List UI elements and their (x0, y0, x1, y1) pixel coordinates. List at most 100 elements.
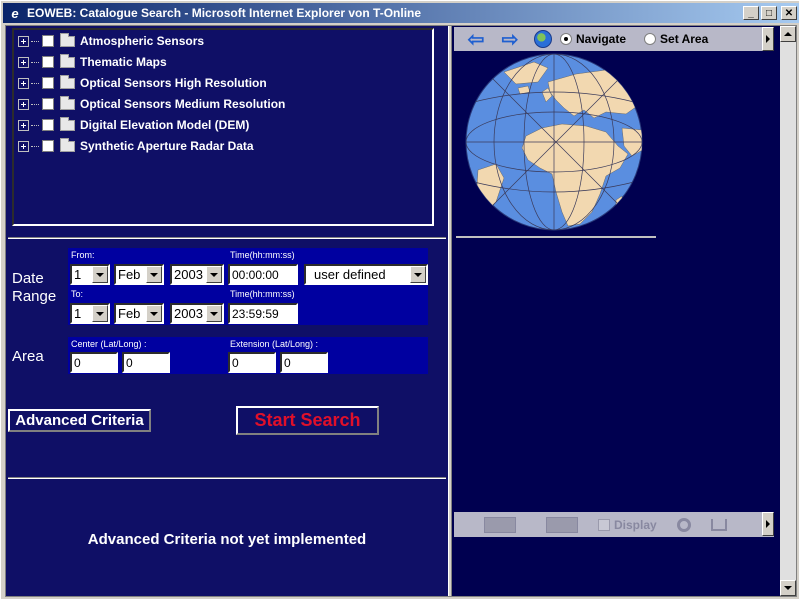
tree-checkbox[interactable] (42, 98, 54, 110)
tree-connector (31, 145, 39, 147)
map-toolbar: ⇦ ⇨ Navigate Set Area (454, 27, 774, 51)
view-compare-icon[interactable] (546, 516, 578, 533)
dropdown-arrow-icon[interactable] (146, 305, 162, 322)
dropdown-arrow-icon[interactable] (410, 266, 426, 283)
ie-logo-icon: e (11, 5, 19, 21)
center-label: Center (Lat/Long) : (71, 339, 147, 349)
minimize-button[interactable]: _ (743, 6, 759, 20)
tree-item-optical-high[interactable]: Optical Sensors High Resolution (18, 74, 267, 92)
tree-checkbox[interactable] (42, 35, 54, 47)
folder-icon (60, 137, 75, 152)
expand-icon[interactable] (18, 140, 29, 152)
to-month-select[interactable]: Feb (114, 303, 164, 324)
expand-icon[interactable] (18, 77, 29, 89)
tree-item-label: Optical Sensors High Resolution (80, 76, 267, 90)
center-lat-input[interactable]: 0 (70, 352, 118, 373)
tree-item-sar[interactable]: Synthetic Aperture Radar Data (18, 137, 254, 155)
scroll-down-icon[interactable] (780, 580, 796, 596)
tree-item-label: Digital Elevation Model (DEM) (80, 118, 250, 132)
from-day-value: 1 (74, 267, 82, 282)
set-area-radio[interactable] (644, 33, 657, 45)
dropdown-arrow-icon[interactable] (206, 305, 222, 322)
tree-item-label: Optical Sensors Medium Resolution (80, 97, 286, 111)
to-day-value: 1 (74, 306, 82, 321)
toolbar-scroll-right-icon[interactable] (762, 27, 774, 51)
expand-icon[interactable] (18, 98, 29, 110)
from-time-input[interactable]: 00:00:00 (228, 264, 298, 285)
tree-item-label: Atmospheric Sensors (80, 34, 205, 48)
to-label: To: (71, 289, 84, 299)
forward-arrow-icon[interactable]: ⇨ (498, 29, 522, 51)
globe-image (465, 53, 643, 231)
cart-icon[interactable] (710, 518, 727, 531)
tree-connector (31, 124, 39, 126)
tree-connector (31, 82, 39, 84)
from-time-label: Time(hh:mm:ss) (230, 250, 295, 260)
to-year-value: 2003 (174, 306, 203, 321)
date-preset-select[interactable]: user defined (304, 264, 428, 285)
start-search-button[interactable]: Start Search (236, 406, 379, 435)
extension-label: Extension (Lat/Long) : (230, 339, 319, 349)
dropdown-arrow-icon[interactable] (92, 266, 108, 283)
from-month-value: Feb (118, 267, 141, 282)
browser-window: e EOWEB: Catalogue Search - Microsoft In… (0, 0, 800, 600)
center-long-input[interactable]: 0 (122, 352, 170, 373)
advanced-criteria-message: Advanced Criteria not yet implemented (87, 531, 367, 548)
tree-checkbox[interactable] (42, 140, 54, 152)
expand-icon[interactable] (18, 56, 29, 68)
close-button[interactable]: ✕ (781, 6, 797, 20)
map-bottom-toolbar: Display (454, 512, 774, 537)
toolbar-scroll-right-icon[interactable] (762, 512, 774, 536)
title-bar[interactable]: e EOWEB: Catalogue Search - Microsoft In… (3, 3, 799, 23)
zoom-icon[interactable] (676, 517, 691, 532)
folder-icon (60, 116, 75, 131)
window-title: EOWEB: Catalogue Search - Microsoft Inte… (27, 6, 422, 20)
page-content: Atmospheric Sensors Thematic Maps Optica… (5, 25, 797, 597)
advanced-criteria-button[interactable]: Advanced Criteria (8, 409, 151, 432)
from-label: From: (71, 250, 95, 260)
globe-icon[interactable] (534, 30, 552, 48)
from-month-select[interactable]: Feb (114, 264, 164, 285)
display-checkbox[interactable] (598, 518, 610, 531)
to-year-select[interactable]: 2003 (170, 303, 224, 324)
navigate-label: Navigate (576, 32, 627, 46)
extension-long-input[interactable]: 0 (280, 352, 328, 373)
view-grid-icon[interactable] (484, 516, 516, 533)
scroll-up-icon[interactable] (780, 26, 796, 42)
from-day-select[interactable]: 1 (70, 264, 110, 285)
to-time-label: Time(hh:mm:ss) (230, 289, 295, 299)
date-range-label-line2: Range (12, 288, 57, 305)
dropdown-arrow-icon[interactable] (146, 266, 162, 283)
tree-checkbox[interactable] (42, 119, 54, 131)
extension-lat-input[interactable]: 0 (228, 352, 276, 373)
tree-item-optical-medium[interactable]: Optical Sensors Medium Resolution (18, 95, 285, 113)
to-time-input[interactable]: 23:59:59 (228, 303, 298, 324)
folder-icon (60, 32, 75, 47)
folder-icon (60, 95, 75, 110)
maximize-button[interactable]: □ (761, 6, 777, 20)
divider (8, 237, 446, 239)
globe-map[interactable] (456, 52, 656, 236)
back-arrow-icon[interactable]: ⇦ (464, 29, 488, 51)
tree-item-atmospheric[interactable]: Atmospheric Sensors (18, 32, 204, 50)
tree-item-thematic[interactable]: Thematic Maps (18, 53, 167, 71)
sensor-tree: Atmospheric Sensors Thematic Maps Optica… (12, 28, 434, 226)
tree-connector (31, 103, 39, 105)
area-label: Area (12, 348, 44, 365)
map-frame: ⇦ ⇨ Navigate Set Area Display (452, 26, 780, 596)
tree-connector (31, 40, 39, 42)
to-day-select[interactable]: 1 (70, 303, 110, 324)
tree-checkbox[interactable] (42, 77, 54, 89)
divider (8, 477, 446, 479)
expand-icon[interactable] (18, 35, 29, 47)
dropdown-arrow-icon[interactable] (92, 305, 108, 322)
folder-icon (60, 53, 75, 68)
navigate-radio[interactable] (560, 33, 572, 45)
from-year-select[interactable]: 2003 (170, 264, 224, 285)
map-divider (456, 236, 656, 238)
tree-item-dem[interactable]: Digital Elevation Model (DEM) (18, 116, 249, 134)
tree-checkbox[interactable] (42, 56, 54, 68)
vertical-scrollbar[interactable] (780, 26, 796, 596)
expand-icon[interactable] (18, 119, 29, 131)
dropdown-arrow-icon[interactable] (206, 266, 222, 283)
